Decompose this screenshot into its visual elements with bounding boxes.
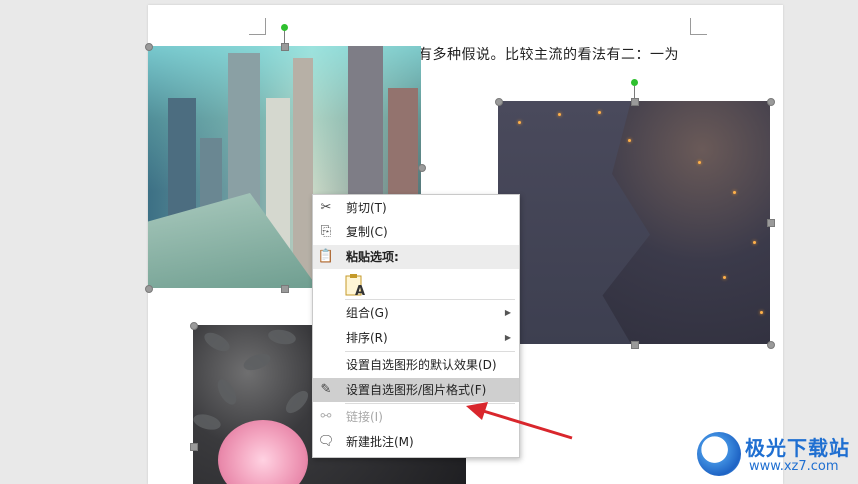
light-spark — [518, 121, 521, 124]
rotation-line — [634, 86, 635, 99]
menu-item-set-default-shape-effect[interactable]: 设置自选图形的默认效果(D) — [313, 353, 519, 377]
menu-separator — [345, 299, 515, 300]
resize-handle[interactable] — [418, 164, 426, 172]
paste-keep-text-button[interactable]: A — [345, 273, 367, 299]
paste-keep-text-icon: A — [345, 274, 365, 299]
menu-item-label: 排序(R) — [346, 331, 388, 345]
menu-item-label: 链接(I) — [346, 410, 383, 424]
leaf — [213, 376, 241, 408]
leaf — [282, 387, 312, 417]
light-spark — [628, 139, 631, 142]
pink-flower — [218, 420, 308, 484]
document-body-text[interactable]: 有多种假说。比较主流的看法有二：一为 — [418, 44, 679, 64]
watermark-name: 极光下载站 — [745, 436, 850, 460]
submenu-arrow-icon: ▶ — [504, 308, 511, 317]
leaf — [201, 328, 233, 356]
resize-handle[interactable] — [767, 98, 775, 106]
light-spark — [753, 241, 756, 244]
leaf — [193, 411, 223, 433]
resize-handle[interactable] — [145, 285, 153, 293]
light-spark — [733, 191, 736, 194]
leaf — [241, 350, 273, 374]
menu-item-group[interactable]: 组合(G) ▶ — [313, 301, 519, 325]
leaf — [266, 327, 298, 347]
link-icon: ⚯ — [320, 409, 332, 424]
light-spark — [723, 276, 726, 279]
resize-handle[interactable] — [281, 285, 289, 293]
watermark: 极光下载站 www.xz7.com — [697, 430, 855, 482]
menu-item-label: 粘贴选项: — [346, 250, 399, 264]
light-spark — [598, 111, 601, 114]
menu-item-cut[interactable]: ✂ 剪切(T) — [313, 196, 519, 220]
water-surface — [498, 101, 650, 344]
menu-item-copy[interactable]: ⎘ 复制(C) — [313, 220, 519, 244]
resize-handle[interactable] — [767, 341, 775, 349]
menu-item-order[interactable]: 排序(R) ▶ — [313, 326, 519, 350]
menu-header-paste-options: 📋 粘贴选项: — [313, 245, 519, 269]
watermark-logo-icon — [697, 432, 741, 476]
svg-text:A: A — [355, 284, 365, 297]
format-shape-icon: ✎ — [320, 382, 332, 397]
new-comment-icon: 🗨 — [317, 434, 335, 449]
annotation-arrow — [466, 402, 573, 440]
image-night-water[interactable] — [498, 101, 770, 344]
resize-handle[interactable] — [190, 443, 198, 451]
rotation-handle[interactable] — [281, 24, 288, 31]
scissors-icon: ✂ — [320, 200, 332, 215]
light-spark — [698, 161, 701, 164]
menu-item-label: 组合(G) — [346, 306, 389, 320]
resize-handle[interactable] — [767, 219, 775, 227]
rotation-handle[interactable] — [631, 79, 638, 86]
menu-item-label: 复制(C) — [346, 225, 388, 239]
building — [293, 58, 313, 288]
page-margin-corner-top-right — [690, 18, 707, 35]
resize-handle[interactable] — [190, 322, 198, 330]
light-spark — [760, 311, 763, 314]
resize-handle[interactable] — [145, 43, 153, 51]
resize-handle[interactable] — [631, 98, 639, 106]
submenu-arrow-icon: ▶ — [504, 333, 511, 342]
menu-item-label: 剪切(T) — [346, 201, 387, 215]
menu-separator — [345, 351, 515, 352]
page-margin-corner-top-left — [249, 18, 266, 35]
paste-icon: 📋 — [317, 249, 335, 264]
resize-handle[interactable] — [631, 341, 639, 349]
watermark-url: www.xz7.com — [749, 459, 839, 474]
menu-item-label: 设置自选图形的默认效果(D) — [346, 358, 497, 372]
resize-handle[interactable] — [495, 98, 503, 106]
light-spark — [558, 113, 561, 116]
copy-icon: ⎘ — [320, 224, 332, 239]
resize-handle[interactable] — [281, 43, 289, 51]
rotation-line — [284, 30, 285, 44]
menu-item-label: 新建批注(M) — [346, 435, 414, 449]
